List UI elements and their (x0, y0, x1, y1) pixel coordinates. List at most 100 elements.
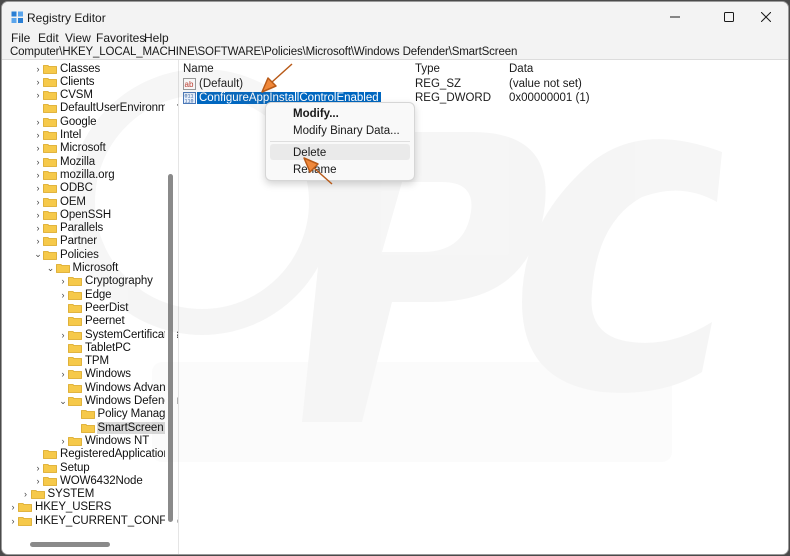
folder-icon (68, 397, 82, 406)
menu-edit[interactable]: Edit (38, 31, 59, 45)
context-menu-rename[interactable]: Rename (293, 164, 336, 176)
tree-node-oem[interactable]: › OEM (33, 195, 87, 208)
tree-node-label: SmartScreen (96, 421, 165, 434)
address-bar[interactable]: Computer\HKEY_LOCAL_MACHINE\SOFTWARE\Pol… (2, 46, 788, 59)
tree-node-label: OEM (60, 195, 86, 208)
chevron-right-icon[interactable]: › (58, 288, 68, 301)
tree-node-hkey-current-config[interactable]: › HKEY_CURRENT_CONFIG (8, 514, 179, 527)
tree-node-windows-nt[interactable]: › Windows NT (58, 434, 150, 447)
minimize-button[interactable] (652, 2, 698, 32)
tree-node-intel[interactable]: › Intel (33, 129, 82, 142)
tree-node-openssh[interactable]: › OpenSSH (33, 208, 112, 221)
folder-icon (68, 357, 82, 366)
chevron-right-icon[interactable]: › (33, 168, 43, 181)
column-header-name[interactable]: Name (183, 63, 214, 75)
tree-node-classes[interactable]: › Classes (33, 62, 101, 75)
chevron-right-icon[interactable]: › (58, 434, 68, 447)
chevron-right-icon[interactable]: › (8, 501, 18, 514)
tree-node-system[interactable]: › SYSTEM (21, 488, 96, 501)
menu-view[interactable]: View (65, 31, 91, 45)
tree-node-parallels[interactable]: › Parallels (33, 222, 104, 235)
value-data: (value not set) (509, 78, 582, 90)
chevron-right-icon[interactable]: › (33, 115, 43, 128)
folder-icon (68, 277, 82, 287)
chevron-right-icon[interactable]: › (33, 75, 43, 88)
context-menu-modify-binary-data[interactable]: Modify Binary Data... (293, 125, 400, 137)
address-path[interactable]: Computer\HKEY_LOCAL_MACHINE\SOFTWARE\Pol… (10, 46, 517, 58)
tree-node-registeredapplications[interactable]: RegisteredApplications (33, 448, 176, 461)
context-menu: Modify... Modify Binary Data... Delete R… (265, 102, 415, 181)
tree-node-label: DefaultUserEnvironment (60, 102, 178, 115)
tree-node-microsoft[interactable]: › Microsoft (33, 142, 107, 155)
tree-node-cryptography[interactable]: › Cryptography (58, 275, 154, 288)
chevron-right-icon[interactable]: › (33, 208, 43, 221)
chevron-right-icon[interactable]: › (33, 474, 43, 487)
context-menu-delete[interactable]: Delete (293, 147, 326, 159)
chevron-right-icon[interactable]: › (33, 461, 43, 474)
chevron-right-icon[interactable]: › (33, 235, 43, 248)
chevron-down-icon[interactable]: ⌄ (46, 262, 56, 275)
tree-vertical-scroll-thumb[interactable] (168, 174, 173, 522)
chevron-right-icon[interactable]: › (33, 129, 43, 142)
tree-node-policy-manager[interactable]: Policy Manager (71, 408, 177, 421)
tree-node-policies[interactable]: ⌄ Policies (33, 248, 100, 261)
svg-text:ab: ab (185, 80, 194, 89)
chevron-right-icon[interactable]: › (33, 89, 43, 102)
title-bar: Registry Editor (2, 2, 788, 32)
chevron-down-icon[interactable]: ⌄ (33, 248, 43, 261)
folder-icon (43, 91, 57, 100)
value-row-default[interactable]: ab (Default) REG_SZ (value not set) (179, 77, 788, 91)
tree-node-odbc[interactable]: › ODBC (33, 182, 94, 195)
tree-node-tpm[interactable]: TPM (58, 355, 110, 368)
tree-node-peernet[interactable]: Peernet (58, 315, 126, 328)
registry-tree[interactable]: › Classes › Clients › CVSM DefaultUserEnvironm… (2, 60, 179, 554)
tree-node-label: Mozilla (60, 155, 96, 168)
tree-node-cvsm[interactable]: › CVSM (33, 89, 94, 102)
chevron-down-icon[interactable]: ⌄ (58, 395, 68, 408)
column-header-data[interactable]: Data (509, 63, 533, 75)
tree-node-systemcertificates[interactable]: › SystemCertificates (58, 328, 179, 341)
chevron-right-icon[interactable]: › (21, 488, 31, 501)
chevron-right-icon[interactable]: › (8, 514, 18, 527)
tree-node-smartscreen[interactable]: SmartScreen (71, 421, 165, 434)
tree-node-edge[interactable]: › Edge (58, 288, 112, 301)
close-icon (761, 12, 771, 22)
tree-node-defaultuserenvironment[interactable]: DefaultUserEnvironment (33, 102, 178, 115)
tree-node-microsoft[interactable]: ⌄ Microsoft (46, 262, 120, 275)
context-menu-modify[interactable]: Modify... (293, 108, 339, 120)
tree-node-google[interactable]: › Google (33, 115, 97, 128)
menu-help[interactable]: Help (144, 31, 169, 45)
chevron-right-icon[interactable]: › (33, 182, 43, 195)
close-button[interactable] (743, 2, 788, 32)
tree-node-windows-defender[interactable]: ⌄ Windows Defender (58, 395, 178, 408)
folder-icon (43, 144, 57, 154)
chevron-right-icon[interactable]: › (33, 195, 43, 208)
tree-node-wow6432node[interactable]: › WOW6432Node (33, 474, 144, 487)
chevron-right-icon[interactable]: › (33, 155, 43, 168)
chevron-right-icon[interactable]: › (33, 62, 43, 75)
column-header-type[interactable]: Type (415, 63, 440, 75)
tree-node-mozilla[interactable]: › Mozilla (33, 155, 96, 168)
chevron-right-icon[interactable]: › (33, 142, 43, 155)
chevron-right-icon[interactable]: › (58, 368, 68, 381)
tree-node-peerdist[interactable]: PeerDist (58, 301, 129, 314)
tree-node-windows[interactable]: › Windows (58, 368, 132, 381)
tree-horizontal-scroll-thumb[interactable] (30, 542, 110, 547)
chevron-right-icon[interactable]: › (33, 222, 43, 235)
tree-node-partner[interactable]: › Partner (33, 235, 98, 248)
tree-node-tabletpc[interactable]: TabletPC (58, 341, 132, 354)
folder-icon (43, 157, 57, 167)
tree-node-mozilla-org[interactable]: › mozilla.org (33, 168, 116, 181)
chevron-right-icon[interactable]: › (58, 328, 68, 341)
tree-node-hkey-users[interactable]: › HKEY_USERS (8, 501, 112, 514)
tree-node-windows-advanced[interactable]: Windows Advanced (58, 381, 178, 394)
chevron-right-icon[interactable]: › (58, 275, 68, 288)
menu-favorites[interactable]: Favorites (96, 31, 145, 45)
menu-file[interactable]: File (11, 31, 30, 45)
tree-node-setup[interactable]: › Setup (33, 461, 91, 474)
tree-node-label: SYSTEM (47, 488, 95, 501)
tree-node-clients[interactable]: › Clients (33, 75, 95, 88)
tree-node-label: Peernet (85, 315, 125, 328)
